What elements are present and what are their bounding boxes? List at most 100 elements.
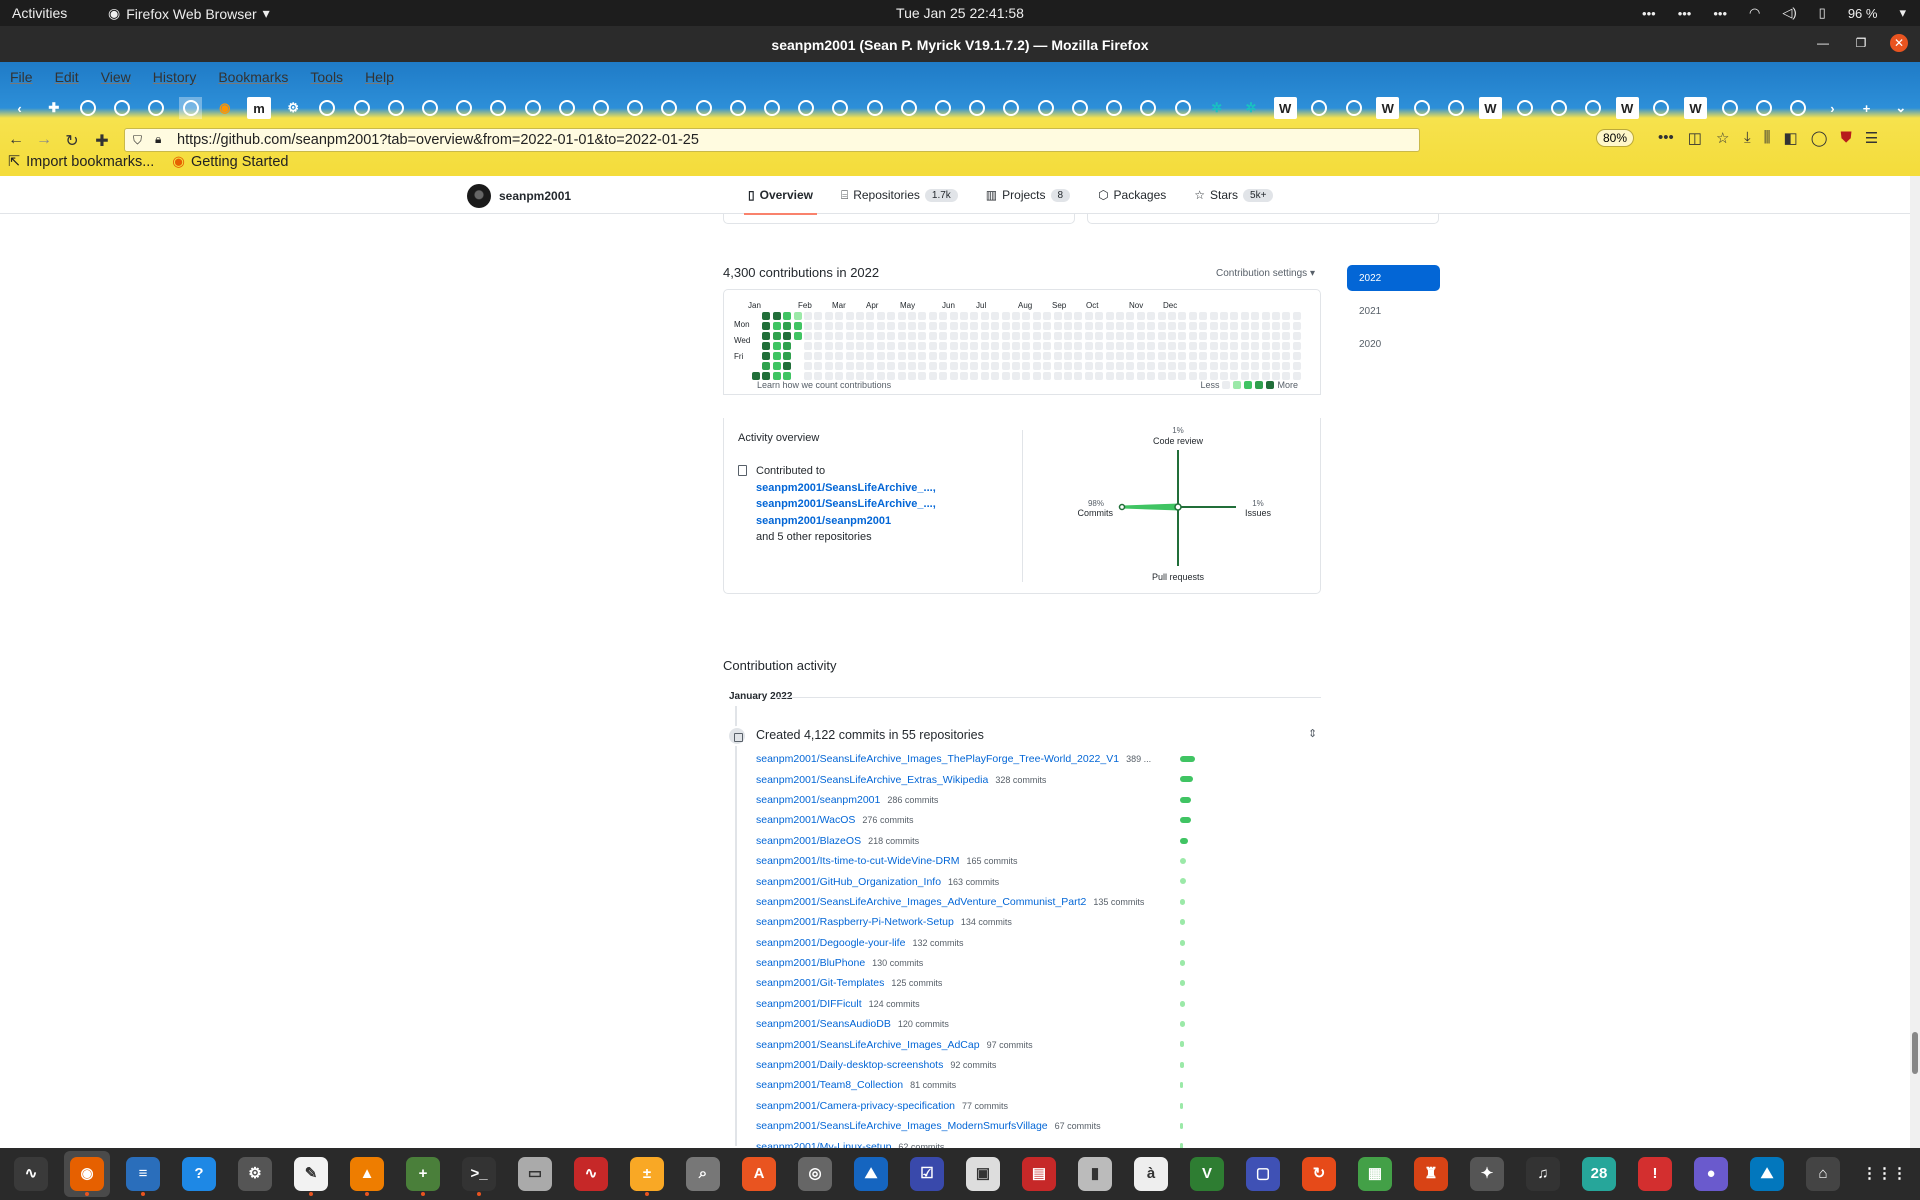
calendar-day[interactable] <box>1178 332 1187 340</box>
calendar-day[interactable] <box>1292 312 1301 320</box>
calendar-day[interactable] <box>1292 332 1301 340</box>
dock-item[interactable]: A <box>736 1151 782 1197</box>
calendar-day[interactable] <box>1136 322 1145 330</box>
calendar-day[interactable] <box>887 342 896 350</box>
calendar-day[interactable] <box>772 362 781 370</box>
pinned-tab[interactable]: W <box>1683 97 1708 119</box>
calendar-day[interactable] <box>1001 322 1010 330</box>
calendar-day[interactable] <box>1105 372 1114 380</box>
calendar-day[interactable] <box>1074 332 1083 340</box>
calendar-day[interactable] <box>1012 362 1020 370</box>
calendar-day[interactable] <box>1053 322 1062 330</box>
commit-count[interactable]: 124 commits <box>869 999 920 1009</box>
dock-item[interactable]: ▣ <box>960 1151 1006 1197</box>
calendar-day[interactable] <box>1240 342 1249 350</box>
calendar-day[interactable] <box>804 332 812 340</box>
calendar-day[interactable] <box>1230 312 1239 320</box>
menu-file[interactable]: File <box>10 69 33 85</box>
calendar-day[interactable] <box>772 342 781 350</box>
calendar-day[interactable] <box>856 352 864 360</box>
commit-count[interactable]: 163 commits <box>948 877 999 887</box>
repo-commit-link[interactable]: seanpm2001/Camera-privacy-specification <box>756 1100 955 1112</box>
menu-help[interactable]: Help <box>365 69 394 85</box>
repo-commit-link[interactable]: seanpm2001/WacOS <box>756 814 855 826</box>
calendar-day[interactable] <box>794 362 802 370</box>
commit-count[interactable]: 218 commits <box>868 836 919 846</box>
commit-count[interactable]: 97 commits <box>987 1040 1033 1050</box>
calendar-day[interactable] <box>1022 322 1031 330</box>
page-actions-icon[interactable]: ••• <box>1658 129 1674 147</box>
calendar-day[interactable] <box>1230 352 1239 360</box>
calendar-day[interactable] <box>1188 372 1197 380</box>
pinned-tab[interactable] <box>760 97 783 119</box>
calendar-day[interactable] <box>1282 332 1291 340</box>
calendar-day[interactable] <box>1105 352 1114 360</box>
calendar-day[interactable] <box>1012 312 1020 320</box>
calendar-day[interactable] <box>1126 352 1135 360</box>
calendar-day[interactable] <box>804 312 812 320</box>
calendar-day[interactable] <box>804 352 812 360</box>
calendar-day[interactable] <box>1157 362 1166 370</box>
calendar-day[interactable] <box>1261 322 1270 330</box>
calendar-day[interactable] <box>1147 332 1156 340</box>
calendar-day[interactable] <box>1053 312 1062 320</box>
calendar-day[interactable] <box>1209 342 1218 350</box>
calendar-day[interactable] <box>918 352 927 360</box>
calendar-day[interactable] <box>1126 312 1135 320</box>
zoom-level[interactable]: 80% <box>1596 129 1635 147</box>
calendar-day[interactable] <box>1272 332 1280 340</box>
calendar-day[interactable] <box>1116 362 1124 370</box>
calendar-day[interactable] <box>835 322 844 330</box>
repo-commit-link[interactable]: seanpm2001/SeansAudioDB <box>756 1018 891 1030</box>
calendar-day[interactable] <box>1105 332 1114 340</box>
dock-item[interactable]: V <box>1184 1151 1230 1197</box>
pinned-tab[interactable]: m <box>247 97 271 119</box>
calendar-day[interactable] <box>980 342 989 350</box>
repo-commit-link[interactable]: seanpm2001/Daily-desktop-screenshots <box>756 1059 943 1071</box>
calendar-day[interactable] <box>960 362 968 370</box>
calendar-day[interactable] <box>897 342 906 350</box>
calendar-day[interactable] <box>1095 312 1104 320</box>
calendar-day[interactable] <box>1126 362 1135 370</box>
calendar-day[interactable] <box>949 372 958 380</box>
calendar-day[interactable] <box>876 312 885 320</box>
menu-bookmarks[interactable]: Bookmarks <box>218 69 288 85</box>
commit-count[interactable]: 125 commits <box>891 978 942 988</box>
calendar-day[interactable] <box>960 352 968 360</box>
calendar-day[interactable] <box>1064 362 1072 370</box>
pinned-tab[interactable] <box>418 97 441 119</box>
menu-tools[interactable]: Tools <box>310 69 343 85</box>
calendar-day[interactable] <box>1053 332 1062 340</box>
collapse-icon[interactable]: ⇕ <box>1308 727 1317 740</box>
back-button[interactable]: ← <box>6 131 26 149</box>
calendar-day[interactable] <box>928 332 937 340</box>
calendar-day[interactable] <box>876 372 885 380</box>
calendar-day[interactable] <box>845 342 854 350</box>
calendar-day[interactable] <box>1230 322 1239 330</box>
calendar-day[interactable] <box>1199 322 1208 330</box>
page-viewport[interactable]: seanpm2001 ▯ Overview ⌸ Repositories 1.7k ▥ Pr… <box>0 176 1920 1148</box>
contribution-settings-button[interactable]: Contribution settings ▾ <box>1216 268 1315 279</box>
calendar-day[interactable] <box>1084 342 1093 350</box>
pinned-tab[interactable] <box>966 97 989 119</box>
calendar-day[interactable] <box>1032 352 1041 360</box>
bookmark-import[interactable]: ⇱ Import bookmarks... <box>8 154 154 170</box>
lock-icon[interactable]: 🔒︎ <box>155 132 161 147</box>
calendar-day[interactable] <box>762 312 771 320</box>
calendar-day[interactable] <box>980 312 989 320</box>
page-scrollbar[interactable] <box>1910 176 1920 1148</box>
calendar-day[interactable] <box>949 312 958 320</box>
calendar-day[interactable] <box>991 362 1000 370</box>
ublock-icon[interactable]: ⛊ <box>1841 129 1852 147</box>
calendar-day[interactable] <box>887 332 896 340</box>
calendar-day[interactable] <box>908 362 916 370</box>
calendar-day[interactable] <box>783 342 792 350</box>
calendar-day[interactable] <box>1022 372 1031 380</box>
calendar-day[interactable] <box>1022 342 1031 350</box>
calendar-day[interactable] <box>1199 362 1208 370</box>
calendar-day[interactable] <box>804 362 812 370</box>
repo-commit-link[interactable]: seanpm2001/My-Linux-setup <box>756 1141 891 1148</box>
commit-count[interactable]: 120 commits <box>898 1019 949 1029</box>
download-icon[interactable]: ⤓ <box>1744 129 1751 147</box>
calendar-day[interactable] <box>762 332 771 340</box>
